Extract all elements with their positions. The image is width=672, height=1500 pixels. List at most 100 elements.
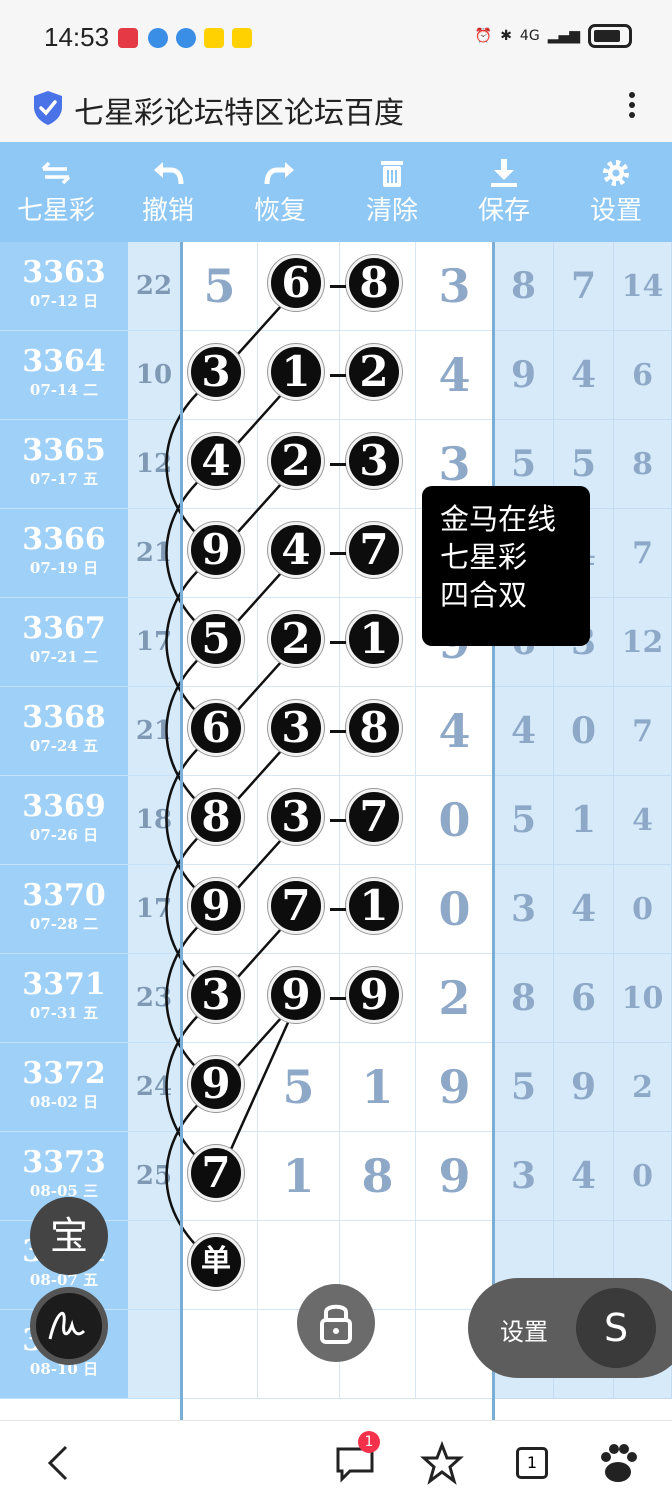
digit-cell[interactable] [182, 1310, 258, 1399]
right-value-cell: 4 [554, 865, 614, 954]
right-value-cell: 4 [554, 1132, 614, 1221]
tool-clear[interactable]: 清除 [336, 142, 448, 242]
tabs-button[interactable]: 1 [510, 1441, 554, 1485]
issue-number: 3369 [22, 789, 106, 824]
digit-cell[interactable]: 8 [340, 1132, 416, 1221]
issue-cell: 3368 07-24 五 [0, 687, 128, 776]
digit-cell[interactable]: 9 [416, 1043, 494, 1132]
bottom-navigation: 1 1 [0, 1420, 672, 1500]
digit-cell[interactable]: 0 [416, 776, 494, 865]
digit-cell[interactable]: 9 [416, 1132, 494, 1221]
circled-digit[interactable]: 6 [188, 700, 244, 756]
right-value-cell: 3 [494, 1132, 554, 1221]
browser-title-bar: 七星彩论坛特区论坛百度 [0, 78, 672, 142]
circled-digit[interactable]: 8 [346, 700, 402, 756]
baidu-button[interactable] [596, 1441, 640, 1485]
tooltip-line-1: 金马在线 [440, 502, 557, 536]
more-menu-icon[interactable] [622, 88, 642, 128]
circled-digit[interactable]: 2 [268, 611, 324, 667]
tool-settings[interactable]: 设置 [560, 142, 672, 242]
digit-cell[interactable]: 0 [416, 865, 494, 954]
back-icon [47, 1445, 68, 1481]
circled-digit[interactable]: 7 [346, 522, 402, 578]
notification-meituan-icon [204, 28, 224, 48]
tool-redo[interactable]: 恢复 [224, 142, 336, 242]
bao-button[interactable]: 宝 [30, 1197, 108, 1275]
tool-lottery-switch[interactable]: 七星彩 [0, 142, 112, 242]
right-value-cell: 0 [614, 865, 672, 954]
right-value-cell: 4 [554, 331, 614, 420]
tool-save[interactable]: 保存 [448, 142, 560, 242]
forum-tooltip: 金马在线 七星彩 四合双 [422, 486, 590, 646]
circled-digit[interactable]: 单 [188, 1234, 244, 1290]
undo-icon [154, 161, 184, 184]
tool-undo[interactable]: 撤销 [112, 142, 224, 242]
circled-digit[interactable]: 2 [268, 433, 324, 489]
issue-number: 3367 [22, 611, 106, 646]
circled-digit[interactable]: 1 [346, 878, 402, 934]
issue-cell: 3367 07-21 二 [0, 598, 128, 687]
pair-dash [330, 908, 346, 911]
digit-cell[interactable]: 4 [416, 687, 494, 776]
circled-digit[interactable]: 3 [268, 789, 324, 845]
circled-digit[interactable]: 1 [346, 611, 402, 667]
digit-cell[interactable]: 3 [416, 242, 494, 331]
circled-digit[interactable]: 3 [188, 967, 244, 1023]
signature-button[interactable] [30, 1287, 108, 1365]
circled-digit[interactable]: 5 [188, 611, 244, 667]
circled-digit[interactable]: 3 [268, 700, 324, 756]
right-value-cell: 0 [614, 1132, 672, 1221]
right-value-cell: 9 [494, 331, 554, 420]
circled-digit[interactable]: 9 [268, 967, 324, 1023]
pair-dash [330, 730, 346, 733]
page-title: 七星彩论坛特区论坛百度 [74, 96, 404, 131]
favorite-button[interactable] [420, 1440, 464, 1485]
right-value-cell: 12 [614, 598, 672, 687]
notification-app-icon [118, 28, 138, 48]
star-icon [420, 1440, 464, 1485]
draw-date: 08-02 日 [29, 1093, 99, 1111]
digit-cell[interactable]: 1 [340, 1043, 416, 1132]
circled-digit[interactable]: 3 [188, 344, 244, 400]
right-value-cell: 8 [614, 420, 672, 509]
digit-cell[interactable]: 2 [416, 954, 494, 1043]
circled-digit[interactable]: 7 [188, 1145, 244, 1201]
circled-digit[interactable]: 1 [268, 344, 324, 400]
circled-digit[interactable]: 9 [188, 878, 244, 934]
digit-cell[interactable]: 4 [416, 331, 494, 420]
draw-date: 07-24 五 [29, 737, 99, 755]
circled-digit[interactable]: 4 [268, 522, 324, 578]
circled-digit[interactable]: 9 [188, 1056, 244, 1112]
issue-cell: 3366 07-19 日 [0, 509, 128, 598]
circled-digit[interactable]: 4 [188, 433, 244, 489]
circled-digit[interactable]: 8 [188, 789, 244, 845]
back-button[interactable] [38, 1441, 82, 1485]
lock-icon [320, 1304, 352, 1344]
s-button[interactable]: S [576, 1288, 656, 1368]
circled-digit[interactable]: 9 [188, 522, 244, 578]
pair-dash [330, 819, 346, 822]
circled-digit[interactable]: 8 [346, 255, 402, 311]
settings-pill[interactable]: 设置 S [468, 1278, 672, 1378]
right-value-cell: 8 [494, 242, 554, 331]
sum-cell: 25 [128, 1132, 180, 1221]
digit-cell[interactable]: 5 [182, 242, 258, 331]
circled-digit[interactable]: 3 [346, 433, 402, 489]
circled-digit[interactable]: 9 [346, 967, 402, 1023]
right-value-cell: 7 [554, 242, 614, 331]
circled-digit[interactable]: 7 [346, 789, 402, 845]
comments-button[interactable]: 1 [334, 1431, 380, 1485]
sum-cell: 17 [128, 598, 180, 687]
draw-date: 07-17 五 [29, 470, 99, 488]
circled-digit[interactable]: 6 [268, 255, 324, 311]
circled-digit[interactable]: 2 [346, 344, 402, 400]
right-value-cell: 4 [494, 687, 554, 776]
lock-button[interactable] [297, 1284, 375, 1362]
digit-cell[interactable]: 5 [258, 1043, 340, 1132]
circled-digit[interactable]: 7 [268, 878, 324, 934]
issue-cell: 3365 07-17 五 [0, 420, 128, 509]
digit-cell[interactable]: 1 [258, 1132, 340, 1221]
issue-cell: 3364 07-14 二 [0, 331, 128, 420]
right-value-cell: 0 [554, 687, 614, 776]
issue-number: 3368 [22, 700, 106, 735]
